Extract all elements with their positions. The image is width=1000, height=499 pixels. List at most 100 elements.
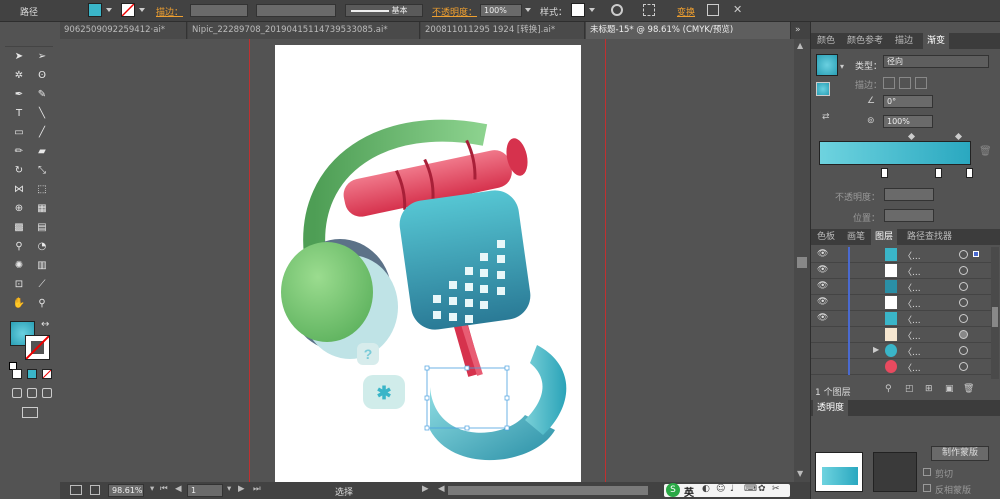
tab-document-2[interactable]: Nipic_22289708_20190415114739533085.ai* <box>188 22 420 39</box>
stroke-label[interactable]: 描边： <box>156 5 183 18</box>
draw-normal-icon[interactable] <box>12 388 22 398</box>
new-sublayer-icon[interactable]: ⊞ <box>925 384 933 394</box>
stroke-swatch[interactable] <box>121 3 135 17</box>
layer-row[interactable]: ▶ 〈... <box>811 343 999 359</box>
line-tool-icon[interactable]: ╲ <box>35 106 49 120</box>
chevron-down-icon[interactable] <box>139 8 145 12</box>
direct-selection-tool-icon[interactable]: ➢ <box>35 49 49 63</box>
tab-transparency[interactable]: 透明度 <box>813 400 849 416</box>
mask-thumbnail[interactable] <box>873 452 917 492</box>
brush-definition[interactable]: 基本 <box>345 4 423 17</box>
layer-name[interactable]: 〈... <box>903 313 921 326</box>
gradient-tool-icon[interactable]: ▤ <box>35 220 49 234</box>
curvature-tool-icon[interactable]: ✎ <box>35 87 49 101</box>
pen-tool-icon[interactable]: ✒ <box>12 87 26 101</box>
scroll-down-icon[interactable]: ▼ <box>797 469 803 478</box>
draw-inside-icon[interactable] <box>42 388 52 398</box>
target-icon[interactable] <box>959 346 968 355</box>
isolate-icon[interactable]: ✕ <box>733 4 745 16</box>
swap-icon[interactable]: ↔ <box>41 319 49 330</box>
stop-location-field[interactable] <box>884 209 934 222</box>
tab-brushes[interactable]: 画笔 <box>843 229 869 245</box>
tab-document-active[interactable]: 未标题-15* @ 98.61% (CMYK/预览) <box>586 22 791 39</box>
screen-mode-icon[interactable] <box>22 407 38 418</box>
eye-icon[interactable]: 👁 <box>817 281 828 291</box>
gradient-type-select[interactable]: 径向 <box>883 55 989 68</box>
horizontal-scroll-thumb[interactable] <box>448 486 648 495</box>
last-artboard-icon[interactable]: ⏭ <box>253 484 261 494</box>
status-menu-icon[interactable]: ▶ <box>422 484 429 494</box>
layer-row[interactable]: 〈... <box>811 327 999 343</box>
scale-tool-icon[interactable]: ⤡ <box>35 163 49 177</box>
magic-wand-icon[interactable]: ✲ <box>12 68 26 82</box>
recolor-icon[interactable] <box>611 4 623 16</box>
new-layer-icon[interactable]: ▣ <box>945 384 954 394</box>
opacity-label[interactable]: 不透明度： <box>432 5 477 18</box>
selection-tool-icon[interactable]: ➤ <box>12 49 26 63</box>
layer-row[interactable]: 👁 〈... <box>811 279 999 295</box>
first-artboard-icon[interactable]: ⏮ <box>160 484 168 494</box>
rectangle-tool-icon[interactable]: ▭ <box>12 125 26 139</box>
none-mode-icon[interactable] <box>42 369 52 379</box>
artboard[interactable]: ? ✱ <box>275 45 581 482</box>
tab-layers[interactable]: 图层 <box>871 229 898 245</box>
gradient-swatch[interactable] <box>816 54 838 76</box>
color-mode-icon[interactable] <box>12 369 22 379</box>
gradient-slider[interactable] <box>819 141 971 165</box>
type-tool-icon[interactable]: T <box>12 106 26 120</box>
hscroll-left-icon[interactable]: ◀ <box>438 484 445 494</box>
rotate-tool-icon[interactable]: ↻ <box>12 163 26 177</box>
trash-icon[interactable]: 🗑 <box>979 146 992 157</box>
gradient-stop[interactable] <box>935 168 942 178</box>
scroll-up-icon[interactable]: ▲ <box>797 41 803 50</box>
canvas-area[interactable]: ? ✱ <box>60 39 794 482</box>
aspect-ratio-field[interactable]: 100% <box>883 115 933 128</box>
chevron-down-icon[interactable] <box>106 8 112 12</box>
tab-document-3[interactable]: 200811011295 1924 [转换].ai* <box>421 22 585 39</box>
target-icon[interactable] <box>959 314 968 323</box>
shape-builder-icon[interactable]: ⊕ <box>12 201 26 215</box>
layer-row[interactable]: 👁 〈... <box>811 263 999 279</box>
layers-scrollbar[interactable] <box>991 247 999 379</box>
layer-name[interactable]: 〈... <box>903 297 921 310</box>
prev-artboard-icon[interactable]: ◀ <box>175 484 182 494</box>
zoom-field[interactable]: 98.61% <box>108 484 144 497</box>
lasso-icon[interactable]: ʘ <box>35 68 49 82</box>
expand-arrow-icon[interactable]: ▶ <box>873 345 879 354</box>
tools-icon[interactable]: ✂ <box>772 484 780 494</box>
width-tool-icon[interactable]: ⋈ <box>12 182 26 196</box>
angle-field[interactable]: 0° <box>883 95 933 108</box>
keyboard-icon[interactable]: ⌨ <box>744 484 757 494</box>
transform-icon[interactable] <box>707 4 719 16</box>
clip-checkbox[interactable] <box>923 468 931 476</box>
graphic-style-swatch[interactable] <box>571 3 585 17</box>
eye-icon[interactable]: 👁 <box>817 249 828 259</box>
layer-name[interactable]: 〈... <box>903 265 921 278</box>
layer-name[interactable]: 〈... <box>903 361 921 374</box>
chevron-down-icon[interactable]: ▾ <box>150 484 154 494</box>
fill-stroke-toggle[interactable] <box>816 82 830 96</box>
chevron-down-icon[interactable] <box>589 8 595 12</box>
layer-name[interactable]: 〈... <box>903 281 921 294</box>
fill-swatch[interactable] <box>88 3 102 17</box>
scroll-thumb[interactable] <box>797 257 807 268</box>
stroke-weight-field[interactable] <box>190 4 248 17</box>
draw-behind-icon[interactable] <box>27 388 37 398</box>
chevron-down-icon[interactable]: ▾ <box>227 484 231 494</box>
layer-row[interactable]: 👁 〈... <box>811 311 999 327</box>
tab-color[interactable]: 颜色 <box>813 33 839 49</box>
mesh-tool-icon[interactable]: ▩ <box>12 220 26 234</box>
emoji-icon[interactable]: ☺ <box>716 484 725 494</box>
trash-icon[interactable]: 🗑 <box>963 384 974 394</box>
stroke-along-icon[interactable] <box>899 77 911 89</box>
tab-swatches[interactable]: 色板 <box>813 229 839 245</box>
pencil-tool-icon[interactable]: ✏ <box>12 144 26 158</box>
opacity-field[interactable]: 100% <box>480 4 522 17</box>
voice-icon[interactable]: ♩ <box>730 484 734 494</box>
music-note-illustration[interactable]: ? ✱ <box>275 45 581 482</box>
layer-row[interactable]: 👁 〈... <box>811 295 999 311</box>
midpoint-marker[interactable] <box>907 132 916 141</box>
paintbrush-icon[interactable]: ╱ <box>35 125 49 139</box>
ime-toolbar[interactable]: S 英 ◐ ☺ ♩ ⌨ ✿ ✂ <box>664 483 790 499</box>
target-icon[interactable] <box>959 282 968 291</box>
